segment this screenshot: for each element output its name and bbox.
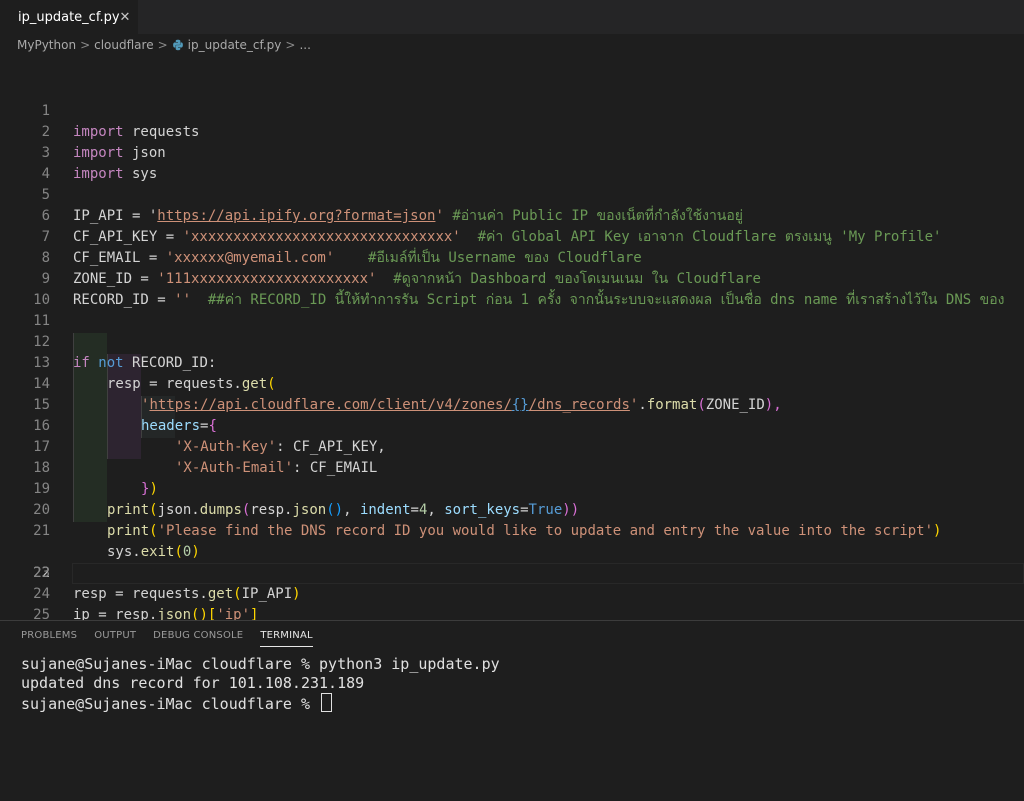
code-line: 10: [0, 269, 1024, 308]
code-line: 5 IP_API = 'https://api.ipify.org?format…: [0, 164, 1024, 224]
close-icon[interactable]: ✕: [120, 10, 131, 25]
tab-debug-console[interactable]: DEBUG CONSOLE: [153, 621, 243, 651]
code-editor[interactable]: 1 import requests 2 import json 3 import…: [0, 56, 1024, 620]
code-line: 14 'https://api.cloudflare.com/client/v4…: [0, 353, 1024, 413]
code-line: 9 RECORD_ID = '' ##ค่า RECORD_ID นี้ให้ท…: [0, 248, 1024, 308]
code-line: 17 'X-Auth-Email': CF_EMAIL: [0, 416, 1024, 476]
bottom-panel: PROBLEMS OUTPUT DEBUG CONSOLE TERMINAL s…: [0, 620, 1024, 801]
code-line: 4: [0, 143, 1024, 182]
tab-problems[interactable]: PROBLEMS: [21, 621, 77, 651]
code-line: 26: [0, 605, 1024, 620]
breadcrumb-item-mypython[interactable]: MyPython: [17, 38, 76, 52]
breadcrumb-separator: >: [157, 38, 168, 52]
breadcrumb-item-cloudflare[interactable]: cloudflare: [94, 38, 153, 52]
code-line: 25: [0, 584, 1024, 620]
tab-output[interactable]: OUTPUT: [94, 621, 136, 651]
tab-ip-update-cf[interactable]: ip_update_cf.py ✕: [0, 0, 138, 34]
breadcrumb-separator: >: [80, 38, 91, 52]
code-line: 12 if not RECORD_ID:: [0, 311, 1024, 371]
breadcrumb-item-symbols[interactable]: ...: [299, 38, 310, 52]
code-line: 15 headers={: [0, 374, 1024, 434]
terminal-prompt: sujane@Sujanes-iMac cloudflare %: [21, 695, 320, 713]
terminal-cursor: [321, 693, 333, 712]
breadcrumb: MyPython > cloudflare > ip_update_cf.py …: [0, 34, 1024, 56]
code-line: 8 ZONE_ID = '111xxxxxxxxxxxxxxxxxxxxx' #…: [0, 227, 1024, 287]
code-line: 20 print('Please find the DNS record ID …: [0, 479, 1024, 539]
code-line: 1 import requests: [0, 80, 1024, 140]
panel-tab-bar: PROBLEMS OUTPUT DEBUG CONSOLE TERMINAL: [0, 621, 1024, 651]
breadcrumb-separator: >: [285, 38, 296, 52]
code-line: 19 print(json.dumps(resp.json(), indent=…: [0, 458, 1024, 518]
tab-label: ip_update_cf.py: [18, 10, 120, 25]
code-line: 21 sys.exit(0): [0, 500, 1024, 560]
editor-tab-bar: ip_update_cf.py ✕: [0, 0, 1024, 35]
code-line: 7 CF_EMAIL = 'xxxxxx@myemail.com' #อีเมล…: [0, 206, 1024, 266]
code-line: 11: [0, 290, 1024, 329]
code-line: 24 ip = resp.json()['ip']: [0, 563, 1024, 620]
code-line: 23 resp = requests.get(IP_API): [0, 542, 1024, 602]
terminal-line: updated dns record for 101.108.231.189: [21, 674, 365, 692]
code-line: 16 'X-Auth-Key': CF_API_KEY,: [0, 395, 1024, 455]
python-file-icon: [172, 39, 183, 51]
code-line: 6 CF_API_KEY = 'xxxxxxxxxxxxxxxxxxxxxxxx…: [0, 185, 1024, 245]
terminal-prompt-line[interactable]: sujane@Sujanes-iMac cloudflare %: [21, 693, 500, 714]
code-line: 13 resp = requests.get(: [0, 332, 1024, 392]
terminal-output[interactable]: sujane@Sujanes-iMac cloudflare % python3…: [21, 655, 500, 714]
code-line: 3 import sys: [0, 122, 1024, 182]
code-line: 2 import json: [0, 101, 1024, 161]
terminal-line: sujane@Sujanes-iMac cloudflare % python3…: [21, 655, 500, 673]
code-line: 18 }): [0, 437, 1024, 497]
tab-terminal[interactable]: TERMINAL: [260, 621, 314, 651]
breadcrumb-item-file[interactable]: ip_update_cf.py: [188, 38, 282, 52]
code-line-active: 22: [0, 521, 1024, 584]
